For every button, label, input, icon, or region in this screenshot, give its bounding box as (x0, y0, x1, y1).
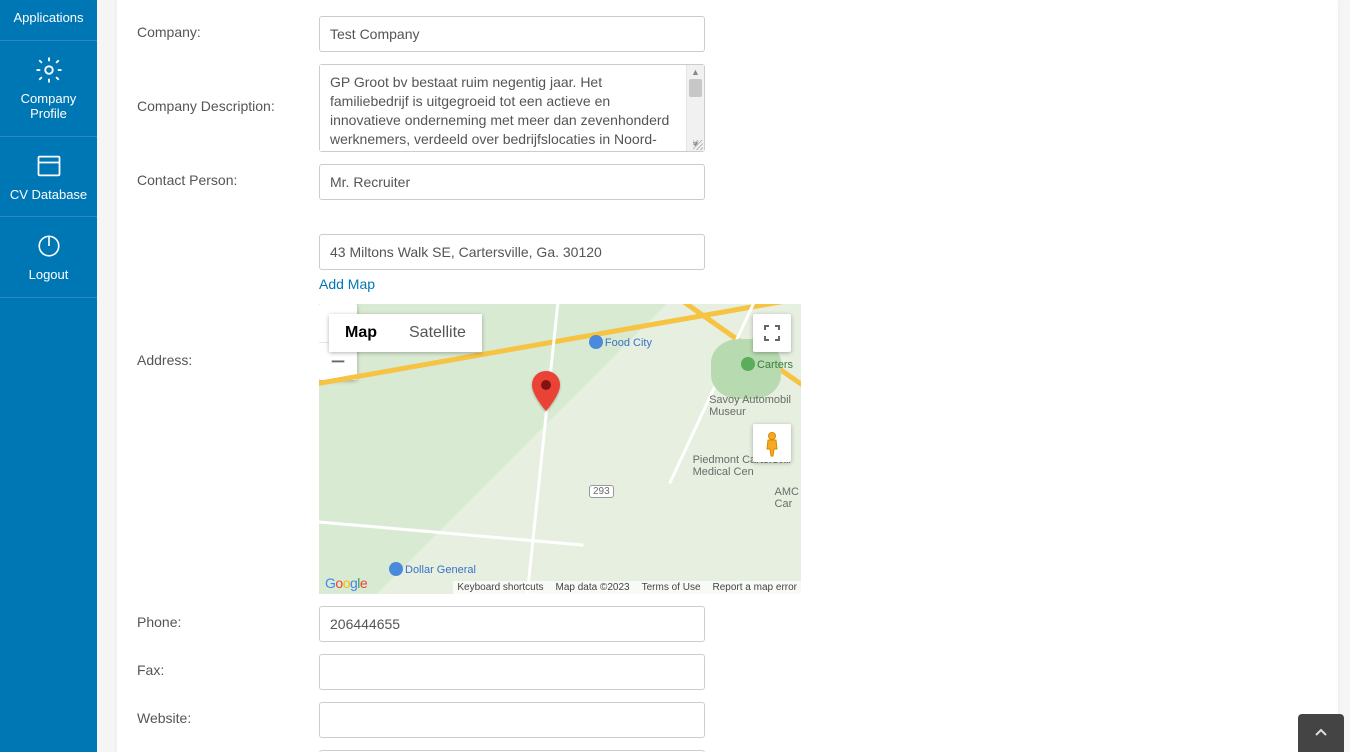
map-pegman-button[interactable] (753, 424, 791, 462)
sidebar-item-logout[interactable]: Logout (0, 217, 97, 298)
sidebar-item-cv-database[interactable]: CV Database (0, 137, 97, 218)
label-address: Address: (117, 212, 319, 368)
address-input[interactable] (319, 234, 705, 270)
poi-dot-icon (589, 335, 603, 349)
poi-dot-icon (389, 562, 403, 576)
label-company: Company: (117, 16, 319, 40)
poi-dot-icon (741, 357, 755, 371)
chevron-up-icon (1314, 726, 1328, 740)
row-fax: Fax: (117, 648, 1338, 696)
row-show-site: Show my site url, address and phone on t… (117, 744, 1338, 752)
scroll-thumb[interactable] (689, 79, 702, 97)
map-type-toggle: Map Satellite (329, 314, 482, 352)
map[interactable]: 411 Food City Carters Savoy Automobil Mu… (319, 304, 801, 594)
map-type-satellite-button[interactable]: Satellite (393, 314, 482, 352)
description-textarea[interactable]: GP Groot bv bestaat ruim negentig jaar. … (320, 65, 686, 151)
map-footer: Keyboard shortcuts Map data ©2023 Terms … (453, 581, 801, 594)
map-hwy-shield: 293 (589, 485, 614, 498)
website-input[interactable] (319, 702, 705, 738)
company-input[interactable] (319, 16, 705, 52)
sidebar-item-applications[interactable]: Applications (0, 0, 97, 41)
map-type-map-button[interactable]: Map (329, 314, 393, 352)
map-fullscreen-button[interactable] (753, 314, 791, 352)
label-phone: Phone: (117, 606, 319, 630)
sidebar-item-label: Applications (13, 10, 83, 26)
resize-handle-icon[interactable] (693, 140, 703, 150)
map-road (319, 518, 584, 546)
map-poi-label: AMC Car (775, 486, 799, 510)
fax-input[interactable] (319, 654, 705, 690)
row-website: Website: (117, 696, 1338, 744)
row-company: Company: (117, 10, 1338, 58)
power-icon (34, 231, 64, 261)
label-contact: Contact Person: (117, 164, 319, 188)
google-logo: Google (325, 575, 367, 591)
map-poi-label: Carters (741, 354, 793, 371)
add-map-link[interactable]: Add Map (319, 276, 375, 292)
form-card: Company: Company Description: GP Groot b… (117, 0, 1338, 752)
map-report-link[interactable]: Report a map error (713, 582, 797, 593)
sidebar-item-company-profile[interactable]: Company Profile (0, 41, 97, 137)
map-poi-label: Savoy Automobil Museur (709, 394, 791, 418)
scroll-to-top-button[interactable] (1298, 714, 1344, 752)
window-icon (34, 151, 64, 181)
description-textarea-wrap: GP Groot bv bestaat ruim negentig jaar. … (319, 64, 705, 152)
main-area: Company: Company Description: GP Groot b… (97, 0, 1350, 752)
map-marker-icon[interactable] (532, 371, 560, 414)
textarea-scrollbar[interactable]: ▲ ▼ (686, 65, 704, 151)
map-keyboard-shortcuts-link[interactable]: Keyboard shortcuts (457, 582, 543, 593)
label-fax: Fax: (117, 654, 319, 678)
contact-input[interactable] (319, 164, 705, 200)
sidebar: Applications Company Profile CV Database… (0, 0, 97, 752)
map-data-text: Map data ©2023 (556, 582, 630, 593)
row-description: Company Description: GP Groot bv bestaat… (117, 58, 1338, 158)
map-poi-label: Food City (589, 332, 652, 349)
sidebar-item-label: CV Database (10, 187, 87, 203)
gear-icon (34, 55, 64, 85)
label-website: Website: (117, 702, 319, 726)
phone-input[interactable] (319, 606, 705, 642)
sidebar-item-label: Logout (29, 267, 69, 283)
map-poi-label: Dollar General (389, 559, 476, 576)
row-address: Address: Add Map 411 Food City Carters (117, 206, 1338, 600)
sidebar-item-label: Company Profile (6, 91, 91, 122)
row-contact: Contact Person: (117, 158, 1338, 206)
scroll-up-icon[interactable]: ▲ (687, 65, 704, 79)
row-phone: Phone: (117, 600, 1338, 648)
map-terms-link[interactable]: Terms of Use (642, 582, 701, 593)
label-description: Company Description: (117, 64, 319, 114)
